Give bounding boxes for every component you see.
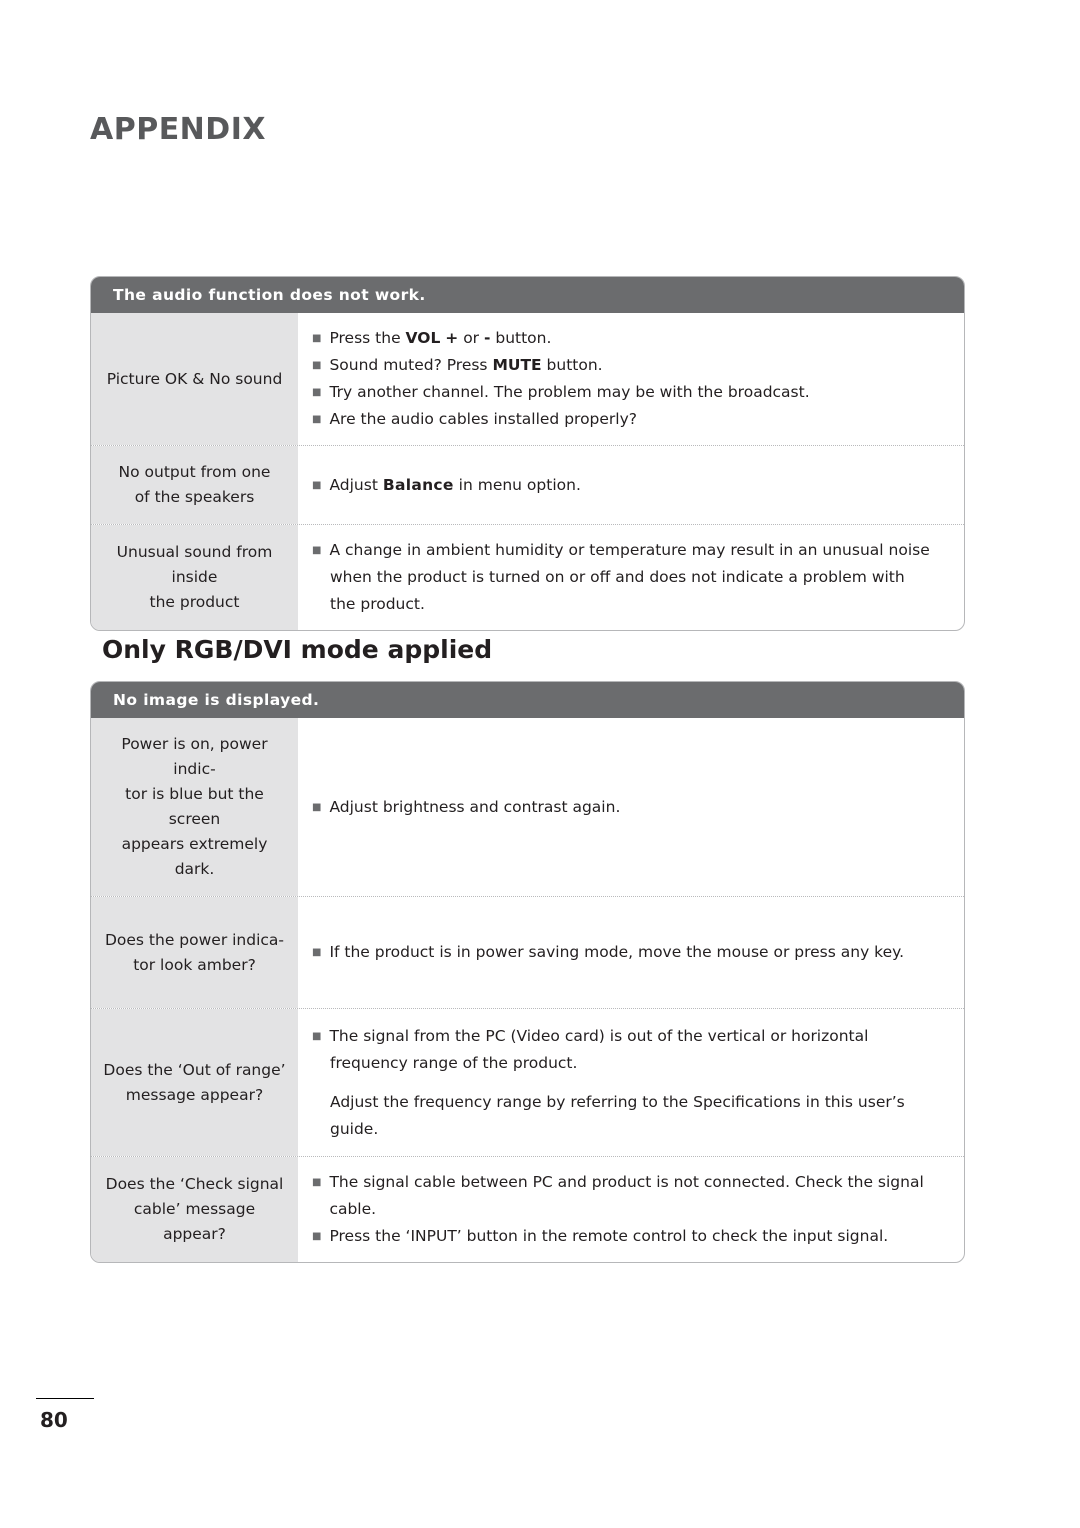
solution-text: If the product is in power saving mode, … [329, 939, 948, 966]
text-segment: the product. [330, 595, 425, 613]
solution-line: Adjust the frequency range by referring … [312, 1089, 948, 1143]
solution-line: ■ Try another channel. The problem may be… [312, 379, 948, 406]
solution-cell: ■ Adjust Balance in menu option. [298, 446, 964, 524]
solution-text: Press the ‘INPUT’ button in the remote c… [329, 1223, 948, 1250]
solution-line [312, 1077, 948, 1089]
solution-line: frequency range of the product. [312, 1050, 948, 1077]
text-segment: button. [490, 329, 552, 347]
solution-text: Press the VOL + or - button. [329, 325, 948, 352]
text-segment: VOL [405, 329, 441, 347]
page-number: 80 [40, 1408, 68, 1432]
square-bullet-icon: ■ [312, 1177, 322, 1188]
text-segment: The signal cable between PC and product … [329, 1173, 924, 1218]
audio-table-header: The audio function does not work. [91, 277, 964, 313]
square-bullet-icon: ■ [312, 801, 322, 813]
text-segment: frequency range of the product. [330, 1053, 578, 1072]
text-segment: Adjust brightness and contrast again. [329, 797, 621, 816]
page-title: APPENDIX [90, 112, 266, 147]
solution-text: The signal cable between PC and product … [329, 1169, 948, 1223]
solution-line: when the product is turned on or off and… [312, 564, 948, 591]
table-row: Unusual sound from inside the product ■ A ch… [91, 525, 964, 630]
square-bullet-icon: ■ [312, 387, 322, 398]
solution-cell: ■ A change in ambient humidity or tempera… [298, 525, 964, 630]
solution-line: ■ Sound muted? Press MUTE button. [312, 352, 948, 379]
rgb-table-body: Power is on, power indic-tor is blue but… [91, 718, 964, 1262]
text-segment: Try another channel. The problem may be … [329, 383, 810, 401]
solution-line: ■ The signal cable between PC and product… [312, 1169, 948, 1223]
solution-text: A change in ambient humidity or temperat… [329, 537, 948, 564]
audio-troubleshooting-table: The audio function does not work. Pictur… [90, 276, 965, 631]
symptom-cell: Does the power indica-tor look amber? [91, 897, 298, 1008]
solution-line: ■ Press the VOL + or - button. [312, 325, 948, 352]
solution-cell: ■ Adjust brightness and contrast again. [298, 718, 964, 896]
square-bullet-icon: ■ [312, 414, 322, 425]
rgb-table-header: No image is displayed. [91, 682, 964, 718]
symptom-cell: No output from one of the speakers [91, 446, 298, 524]
text-segment: Press the [329, 329, 406, 347]
text-segment: in menu option. [453, 475, 581, 494]
solution-cell: ■ If the product is in power saving mode,… [298, 897, 964, 1008]
square-bullet-icon: ■ [312, 479, 322, 491]
square-bullet-icon: ■ [312, 333, 322, 344]
text-segment: Press the ‘INPUT’ button in the remote c… [329, 1227, 889, 1245]
table-row: Power is on, power indic-tor is blue but… [91, 718, 964, 897]
table-row: Picture OK & No sound ■ Press the VOL + or… [91, 313, 964, 446]
solution-text: Are the audio cables installed properly? [329, 406, 948, 433]
text-segment: If the product is in power saving mode, … [329, 943, 905, 961]
symptom-cell: Picture OK & No sound [91, 313, 298, 445]
audio-table-body: Picture OK & No sound ■ Press the VOL + or… [91, 313, 964, 630]
square-bullet-icon: ■ [312, 1231, 322, 1242]
solution-text: Adjust Balance in menu option. [329, 472, 948, 499]
square-bullet-icon: ■ [312, 545, 322, 556]
text-segment: The signal from the PC (Video card) is o… [329, 1026, 869, 1045]
table-row: Does the ‘Out of range’ message appear? ■ T… [91, 1009, 964, 1157]
square-bullet-icon: ■ [312, 947, 322, 958]
text-segment: Are the audio cables installed properly? [329, 410, 638, 428]
square-bullet-icon: ■ [312, 360, 322, 371]
solution-cell: ■ The signal from the PC (Video card) is … [298, 1009, 964, 1156]
solution-cell: ■ The signal cable between PC and product… [298, 1157, 964, 1262]
table-row: Does the power indica-tor look amber? ■ If… [91, 897, 964, 1009]
text-segment: Adjust the frequency range by referring … [330, 1092, 905, 1138]
solution-line: ■ Adjust Balance in menu option. [312, 472, 948, 499]
solution-line: ■ Adjust brightness and contrast again. [312, 794, 948, 821]
text-segment: Adjust [329, 475, 383, 494]
solution-line: ■ Press the ‘INPUT’ button in the remote … [312, 1223, 948, 1250]
solution-text: The signal from the PC (Video card) is o… [329, 1023, 948, 1050]
text-segment: A change in ambient humidity or temperat… [329, 541, 930, 559]
text-segment: + [445, 329, 459, 347]
symptom-cell: Does the ‘Check signal cable’ message app… [91, 1157, 298, 1262]
document-page: APPENDIX The audio function does not wor… [0, 0, 1080, 1528]
symptom-cell: Unusual sound from inside the product [91, 525, 298, 630]
solution-text: Try another channel. The problem may be … [329, 379, 948, 406]
solution-line: ■ The signal from the PC (Video card) is … [312, 1023, 948, 1050]
text-segment: or [458, 329, 484, 347]
square-bullet-icon: ■ [312, 1030, 322, 1042]
text-segment: Balance [382, 475, 454, 494]
rgb-dvi-troubleshooting-table: No image is displayed. Power is on, powe… [90, 681, 965, 1263]
solution-line: ■ Are the audio cables installed properly… [312, 406, 948, 433]
solution-text: Sound muted? Press MUTE button. [329, 352, 948, 379]
footer-rule [36, 1398, 94, 1399]
table-row: No output from one of the speakers ■ Adjust… [91, 446, 964, 525]
symptom-cell: Power is on, power indic-tor is blue but… [91, 718, 298, 896]
solution-cell: ■ Press the VOL + or - button. ■ Sound mute… [298, 313, 964, 445]
section-subheading: Only RGB/DVI mode applied [102, 635, 493, 664]
solution-line: ■ A change in ambient humidity or tempera… [312, 537, 948, 564]
solution-text: Adjust brightness and contrast again. [329, 794, 948, 821]
solution-line: ■ If the product is in power saving mode,… [312, 939, 948, 966]
text-segment: Sound muted? Press [329, 356, 493, 374]
text-segment: when the product is turned on or off and… [330, 568, 905, 586]
text-segment: MUTE [492, 356, 542, 374]
text-segment: button. [541, 356, 603, 374]
symptom-cell: Does the ‘Out of range’ message appear? [91, 1009, 298, 1156]
solution-line: the product. [312, 591, 948, 618]
table-row: Does the ‘Check signal cable’ message app… [91, 1157, 964, 1262]
